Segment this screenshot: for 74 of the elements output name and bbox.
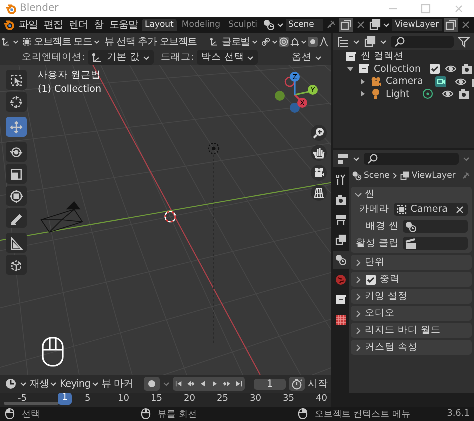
field-label: 활성 클립 — [355, 237, 399, 250]
field-input[interactable]: Camera — [394, 203, 468, 216]
setting-value: 박스 선택 — [201, 51, 244, 64]
field-label: 카메라 — [358, 203, 390, 216]
panel-title: 키잉 설정 — [365, 290, 408, 303]
menu-item[interactable]: 도움말 — [108, 18, 140, 32]
start-frame-field[interactable]: 시작 — [308, 377, 328, 391]
panel-header[interactable]: 오디오 — [351, 306, 472, 321]
status-hint: 오브젝트 컨텍스트 메뉴 — [314, 408, 411, 420]
panel-title: 오디오 — [365, 307, 395, 320]
menu-item[interactable]: 파일 — [17, 18, 40, 32]
tree-item-label[interactable]: Collection — [374, 64, 421, 74]
panel-title: 중력 — [380, 273, 400, 286]
panel-title: 커스텀 속성 — [365, 341, 418, 354]
view-layer-field[interactable]: ViewLayer — [392, 19, 442, 31]
menu-item[interactable]: 재생 — [30, 377, 49, 391]
window-title: Blender — [20, 3, 59, 14]
mode-dropdown[interactable]: 오브젝트 모드 — [20, 34, 102, 48]
frame-number: -5 — [18, 394, 27, 404]
frame-number: 25 — [217, 394, 228, 404]
tree-item-label[interactable]: Camera — [386, 76, 424, 87]
options-label: 옵션 — [292, 51, 312, 64]
panel-header[interactable]: 리지드 바디 월드 — [351, 323, 472, 338]
setting-dropdown[interactable]: 기본 값 — [88, 50, 154, 65]
status-hint: 선택 — [22, 408, 40, 420]
panel-header[interactable]: 키잉 설정 — [351, 289, 472, 304]
field-label: 배경 씬 — [364, 220, 399, 233]
workspace-tab[interactable]: Layout — [142, 19, 177, 31]
panel-header[interactable]: 커스텀 속성 — [351, 340, 472, 355]
options-dropdown[interactable]: 옵션 — [289, 51, 325, 64]
frame-field[interactable]: 1 — [254, 378, 286, 390]
frame-number: 20 — [184, 394, 196, 404]
current-frame-marker[interactable]: 1 — [58, 393, 72, 405]
tree-item-label[interactable]: 씬 컬렉션 — [361, 50, 404, 63]
field-value: Camera — [410, 204, 448, 215]
version-label: 3.6.1 — [447, 409, 470, 419]
collection-name: (1) Collection — [38, 84, 102, 95]
menu-item[interactable]: 창 — [92, 18, 106, 32]
setting-label: 오리엔테이션: — [22, 51, 86, 64]
workspace-tab[interactable]: Sculpti — [226, 19, 260, 31]
frame-number: 40 — [316, 394, 328, 404]
view-name: 사용자 원근법 — [38, 69, 102, 82]
breadcrumb-item: Scene — [364, 171, 390, 181]
frame-number: 30 — [250, 394, 262, 404]
menu-item[interactable]: 선택 — [116, 34, 136, 48]
orientation-dropdown[interactable]: 글로벌 — [208, 34, 260, 48]
setting-dropdown[interactable]: 박스 선택 — [197, 50, 258, 65]
setting-value: 기본 값 — [107, 51, 140, 64]
mode-label: 오브젝트 모드 — [34, 36, 92, 48]
menu-item[interactable]: Keying — [60, 378, 91, 390]
panel-title: 씬 — [365, 188, 375, 201]
frame-number: 5 — [85, 394, 91, 404]
menu-item[interactable]: 편집 — [42, 18, 65, 32]
menu-item[interactable]: 뷰 — [103, 34, 115, 48]
frame-number: 10 — [118, 394, 130, 404]
frame-number: 35 — [283, 394, 294, 404]
frame-number: 15 — [151, 394, 162, 404]
setting-label: 드래그: — [161, 51, 194, 64]
scene-field[interactable]: Scene — [286, 19, 324, 31]
menu-item[interactable]: 추가 — [137, 34, 158, 48]
tree-item-label[interactable]: Light — [386, 88, 410, 100]
menu-item[interactable]: 마커 — [114, 377, 134, 391]
menu-item[interactable]: 오브젝트 — [158, 34, 198, 48]
panel-header[interactable]: 단위 — [351, 255, 472, 270]
breadcrumb-item: ViewLayer — [412, 171, 456, 181]
menu-item[interactable]: 뷰 — [102, 377, 112, 391]
panel-title: 리지드 바디 월드 — [365, 324, 442, 337]
menu-item[interactable]: 렌더 — [67, 18, 90, 32]
status-hint: 뷰를 회전 — [158, 408, 197, 420]
panel-header[interactable]: 중력 — [351, 272, 472, 287]
workspace-tab[interactable]: Modeling — [178, 19, 224, 31]
orientation-label: 글로벌 — [222, 36, 250, 48]
panel-header[interactable]: 씬 — [351, 187, 472, 202]
panel-title: 단위 — [365, 256, 385, 269]
